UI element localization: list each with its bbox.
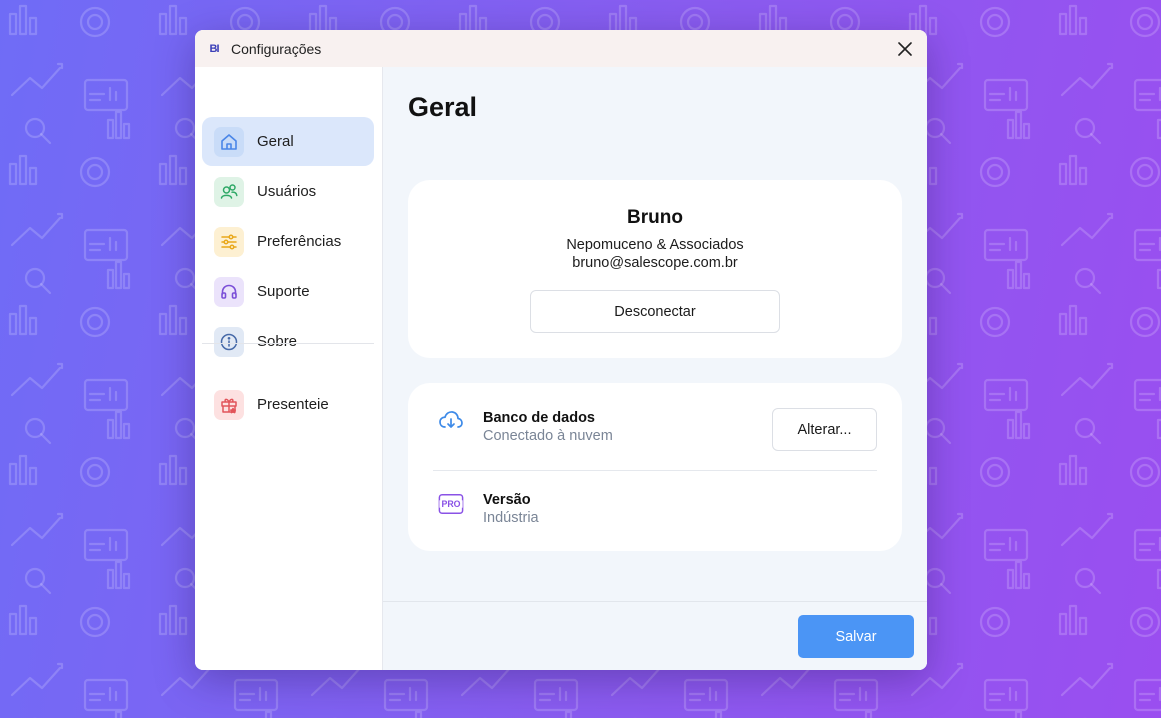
pro-badge-icon: PRO — [438, 491, 464, 517]
main-content: Geral Bruno Nepomuceno & Associados brun… — [383, 67, 927, 670]
profile-email: bruno@salescope.com.br — [572, 255, 738, 271]
title-bar: BI Configurações — [195, 30, 927, 67]
profile-company: Nepomuceno & Associados — [566, 237, 744, 253]
sidebar-divider — [202, 343, 374, 344]
system-info-card: Banco de dados Conectado à nuvem Alterar… — [408, 383, 902, 551]
app-logo-text: BI — [209, 42, 220, 55]
svg-text:PRO: PRO — [441, 499, 460, 509]
gift-icon — [214, 389, 244, 420]
disconnect-button[interactable]: Desconectar — [530, 290, 780, 333]
sidebar-item-presenteie[interactable]: Presenteie — [202, 380, 374, 429]
sidebar-item-suporte[interactable]: Suporte — [202, 267, 374, 316]
sidebar-item-label: Usuários — [257, 183, 317, 200]
sidebar-item-label: Presenteie — [257, 396, 329, 413]
sliders-icon — [214, 226, 244, 257]
dialog-footer: Salvar — [383, 601, 927, 670]
database-title: Banco de dados — [483, 410, 595, 426]
sidebar-item-label: Sobre — [257, 333, 298, 350]
sidebar-item-label: Geral — [257, 133, 294, 150]
sidebar-item-preferencias[interactable]: Preferências — [202, 217, 374, 266]
home-icon — [214, 126, 244, 157]
sidebar-item-sobre[interactable]: Sobre — [202, 317, 374, 366]
version-row: PRO Versão Indústria — [408, 471, 902, 555]
save-button[interactable]: Salvar — [798, 615, 914, 658]
info-icon — [214, 326, 244, 357]
profile-name: Bruno — [627, 207, 683, 228]
cloud-download-icon — [438, 407, 464, 433]
page-title: Geral — [408, 92, 478, 122]
profile-card: Bruno Nepomuceno & Associados bruno@sale… — [408, 180, 902, 358]
change-database-button[interactable]: Alterar... — [772, 408, 877, 451]
close-button[interactable] — [895, 39, 915, 59]
database-row: Banco de dados Conectado à nuvem Alterar… — [408, 383, 902, 467]
close-icon — [898, 42, 912, 56]
sidebar-item-label: Preferências — [257, 233, 342, 250]
headset-icon — [214, 276, 244, 307]
version-title: Versão — [483, 492, 531, 508]
sidebar-item-usuarios[interactable]: Usuários — [202, 167, 374, 216]
window-title: Configurações — [231, 40, 322, 57]
sidebar-item-geral[interactable]: Geral — [202, 117, 374, 166]
sidebar: Geral Usuários Preferências Suporte Sobr… — [195, 67, 383, 670]
users-icon — [214, 176, 244, 207]
database-status: Conectado à nuvem — [483, 428, 613, 444]
sidebar-item-label: Suporte — [257, 283, 310, 300]
version-value: Indústria — [483, 510, 539, 526]
app-logo: BI — [206, 41, 222, 57]
settings-dialog: BI Configurações Geral Usuários Preferên… — [195, 30, 927, 670]
